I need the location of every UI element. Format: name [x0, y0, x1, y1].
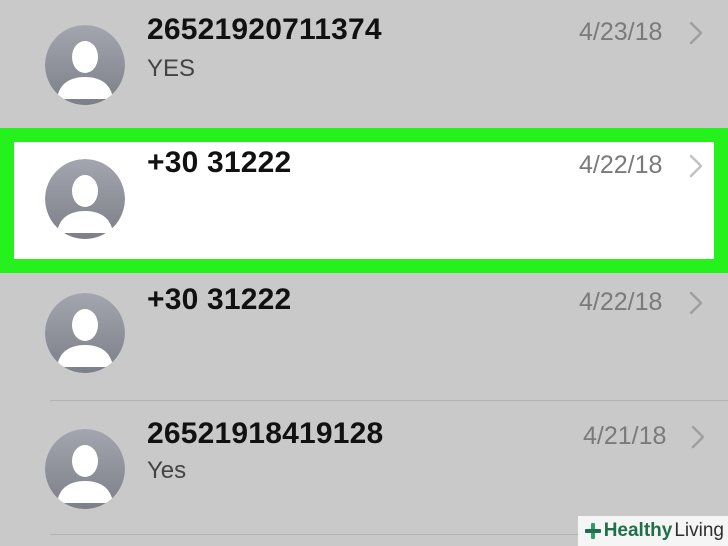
watermark: Healthy Living: [577, 516, 728, 546]
contact-avatar-icon: [45, 25, 125, 105]
contact-avatar-icon: [45, 159, 125, 239]
conversation-list: 26521920711374 YES 4/23/18 +30 31222 4/2…: [0, 0, 728, 546]
chevron-right-icon: [686, 20, 706, 46]
conversation-row-content: +30 31222 4/22/18: [14, 142, 714, 259]
contact-avatar-icon: [45, 429, 125, 509]
plus-icon: [584, 522, 602, 540]
chevron-right-icon: [688, 424, 708, 450]
conversation-row-selected[interactable]: +30 31222 4/22/18: [0, 128, 728, 273]
conversation-row-content: 26521920711374 YES 4/23/18: [0, 0, 728, 128]
conversation-row[interactable]: 26521920711374 YES 4/23/18: [0, 0, 728, 128]
message-date: 4/21/18: [583, 422, 667, 450]
chevron-right-icon: [686, 290, 706, 316]
message-preview: YES: [147, 55, 196, 82]
message-preview: Yes: [147, 457, 187, 484]
contact-name: 26521920711374: [147, 13, 382, 46]
chevron-right-icon: [686, 153, 706, 179]
contact-name: 26521918419128: [147, 417, 384, 450]
contact-name: +30 31222: [147, 283, 292, 316]
conversation-row-content: +30 31222 4/22/18: [0, 273, 728, 401]
message-date: 4/22/18: [579, 151, 663, 179]
contact-name: +30 31222: [147, 146, 292, 179]
message-date: 4/22/18: [579, 288, 663, 316]
watermark-text-primary: Healthy: [603, 520, 673, 541]
conversation-row[interactable]: +30 31222 4/22/18: [0, 273, 728, 401]
message-date: 4/23/18: [579, 18, 663, 46]
contact-avatar-icon: [45, 293, 125, 373]
watermark-text-secondary: Living: [674, 520, 724, 541]
